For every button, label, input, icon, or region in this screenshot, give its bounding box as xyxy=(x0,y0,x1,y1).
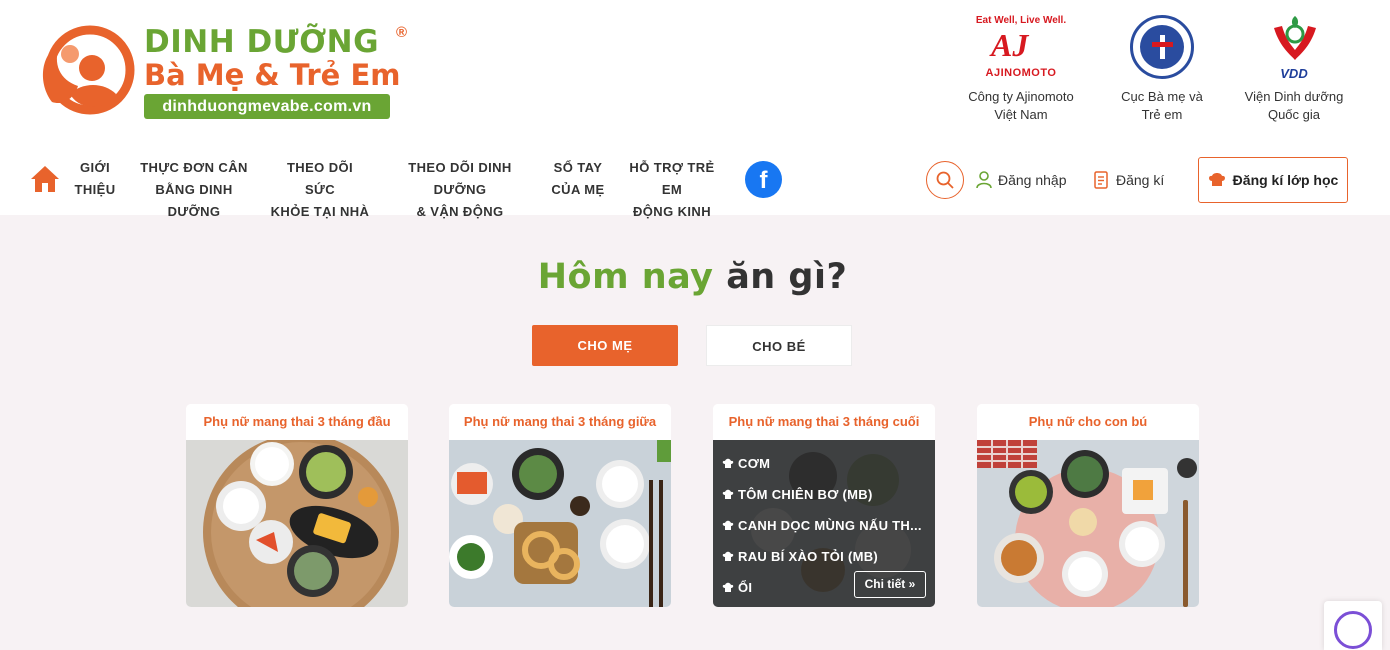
meal-card-breastfeeding[interactable]: Phụ nữ cho con bú xyxy=(977,404,1199,607)
card-title: Phụ nữ cho con bú xyxy=(977,404,1199,440)
nav-ho-tro[interactable]: HỖ TRỢ TRẺ EM ĐỘNG KINH xyxy=(618,157,726,223)
partner-name: Cục Bà mẹ và Trẻ em xyxy=(1121,89,1203,122)
partner-name: Viện Dinh dưỡng Quốc gia xyxy=(1244,89,1344,122)
vdd-logo: VDD xyxy=(1234,12,1354,82)
login-label: Đăng nhập xyxy=(998,172,1067,188)
login-link[interactable]: Đăng nhập xyxy=(976,171,1067,189)
detail-label: Chi tiết xyxy=(864,577,906,591)
dish-item: RAU BÍ XÀO TỎI (MB) xyxy=(722,549,927,564)
title-green: Hôm nay xyxy=(537,257,714,297)
partner-name: Công ty Ajinomoto Việt Nam xyxy=(968,89,1074,122)
dish-item: ỔI xyxy=(722,580,842,595)
dish-item: TÔM CHIÊN BƠ (MB) xyxy=(722,487,927,502)
meal-photo xyxy=(449,440,671,607)
register-class-button[interactable]: Đăng kí lớp học xyxy=(1198,157,1348,203)
chat-widget[interactable] xyxy=(1324,601,1382,650)
nav-gioi-thieu[interactable]: GIỚI THIỆU xyxy=(72,157,118,201)
dish-name: ỔI xyxy=(738,580,753,595)
site-logo[interactable]: DINH DƯỠNG ® Bà Mẹ & Trẻ Em dinhduongmev… xyxy=(34,20,414,125)
ministry-seal-icon xyxy=(1130,15,1194,79)
facebook-icon[interactable]: f xyxy=(745,161,782,198)
nav-so-tay[interactable]: SỔ TAY CỦA MẸ xyxy=(548,157,608,201)
dish-item: CƠM xyxy=(722,456,927,471)
chef-hat-icon xyxy=(722,551,734,561)
nav-theo-doi-dinh-duong[interactable]: THEO DÕI DINH DƯỠNG & VẬN ĐỘNG xyxy=(382,157,538,223)
dish-name: CANH DỌC MÙNG NẤU TH... xyxy=(738,518,922,533)
chef-hat-icon xyxy=(722,489,734,499)
title-dark: ăn gì? xyxy=(726,257,848,297)
nav-thuc-don[interactable]: THỰC ĐƠN CÂN BẰNG DINH DƯỠNG xyxy=(130,157,258,223)
partner-cuc-ba-me-tre-em[interactable]: Cục Bà mẹ và Trẻ em xyxy=(1102,12,1222,124)
user-icon xyxy=(976,171,992,189)
dish-name: TÔM CHIÊN BƠ (MB) xyxy=(738,487,873,502)
section-title: Hôm nay ăn gì? xyxy=(0,257,1385,297)
brand-subtitle: Bà Mẹ & Trẻ Em xyxy=(144,58,401,92)
meal-card-third-trimester[interactable]: Phụ nữ mang thai 3 tháng cuối CƠM TÔM CH… xyxy=(713,404,935,607)
register-label: Đăng kí xyxy=(1116,172,1165,188)
chef-hat-icon xyxy=(722,582,734,592)
dish-name: CƠM xyxy=(738,456,771,471)
chef-hat-icon xyxy=(722,458,734,468)
dish-name: RAU BÍ XÀO TỎI (MB) xyxy=(738,549,879,564)
tab-cho-be[interactable]: CHO BÉ xyxy=(706,325,852,366)
register-class-label: Đăng kí lớp học xyxy=(1232,172,1339,188)
chef-hat-icon xyxy=(1208,173,1225,186)
vdd-emblem-icon xyxy=(1274,16,1316,60)
chat-icon xyxy=(1334,611,1372,649)
ajinomoto-logo: Eat Well, Live Well. AJ AJINOMOTO xyxy=(962,12,1080,82)
meal-photo: CƠM TÔM CHIÊN BƠ (MB) CANH DỌC MÙNG NẤU … xyxy=(713,440,935,607)
meal-card-second-trimester[interactable]: Phụ nữ mang thai 3 tháng giữa xyxy=(449,404,671,607)
double-chevron-right-icon: » xyxy=(908,577,916,591)
vdd-wordmark: VDD xyxy=(1280,66,1308,81)
card-title: Phụ nữ mang thai 3 tháng giữa xyxy=(449,404,671,440)
ajinomoto-wordmark: AJINOMOTO xyxy=(985,67,1057,79)
search-icon xyxy=(936,171,954,189)
ajinomoto-mark: AJ xyxy=(991,27,1029,63)
card-title: Phụ nữ mang thai 3 tháng cuối xyxy=(713,404,935,440)
brand-url: dinhduongmevabe.com.vn xyxy=(144,94,390,119)
dish-item: CANH DỌC MÙNG NẤU TH... xyxy=(722,518,927,533)
meal-card-first-trimester[interactable]: Phụ nữ mang thai 3 tháng đầu xyxy=(186,404,408,607)
registered-mark: ® xyxy=(396,24,408,41)
chef-hat-icon xyxy=(722,520,734,530)
nav-theo-doi-suc-khoe[interactable]: THEO DÕI SỨC KHỎE TẠI NHÀ xyxy=(270,157,370,223)
site-header: DINH DƯỠNG ® Bà Mẹ & Trẻ Em dinhduongmev… xyxy=(0,0,1390,219)
meal-photo xyxy=(977,440,1199,607)
partner-ajinomoto[interactable]: Eat Well, Live Well. AJ AJINOMOTO Công t… xyxy=(962,12,1080,124)
detail-button[interactable]: Chi tiết » xyxy=(854,571,926,598)
form-icon xyxy=(1094,171,1108,189)
meal-photo xyxy=(186,440,408,607)
register-link[interactable]: Đăng kí xyxy=(1094,171,1164,189)
tab-cho-me[interactable]: CHO MẸ xyxy=(532,325,678,366)
card-title: Phụ nữ mang thai 3 tháng đầu xyxy=(186,404,408,440)
ajinomoto-slogan: Eat Well, Live Well. xyxy=(975,15,1067,26)
search-button[interactable] xyxy=(926,161,964,199)
partner-vien-dinh-duong[interactable]: VDD Viện Dinh dưỡng Quốc gia xyxy=(1234,12,1354,124)
brand-title: DINH DƯỠNG xyxy=(144,24,380,60)
ministry-of-health-logo xyxy=(1102,12,1222,82)
mother-child-logo-icon xyxy=(42,25,135,115)
home-icon[interactable] xyxy=(29,163,61,195)
